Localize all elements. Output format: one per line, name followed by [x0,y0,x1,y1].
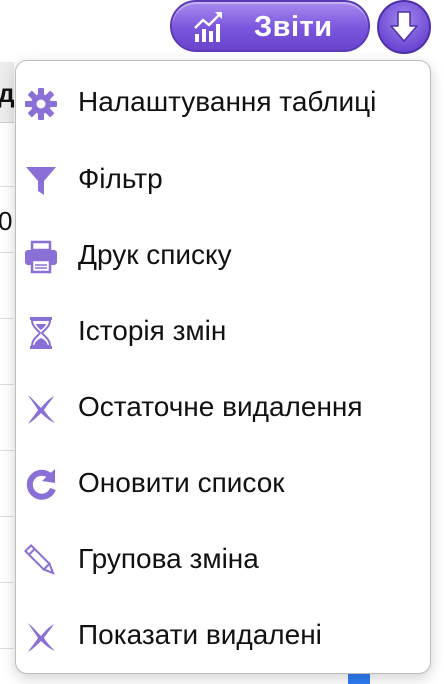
table-header-fragment: д [0,78,15,108]
table-row-divider [0,516,14,517]
printer-icon [25,240,57,274]
menu-item-label: Остаточне видалення [78,391,363,422]
menu-item-show-deleted[interactable]: Показати видалені [16,601,430,671]
menu-item-table-settings[interactable]: Налаштування таблиці [16,68,430,138]
cross-icon [28,623,55,652]
menu-item-filter[interactable]: Фільтр [16,145,430,215]
menu-item-label: Показати видалені [78,619,322,650]
gear-icon [25,88,57,120]
hourglass-icon [30,317,52,349]
table-cell-fragment: 0 [0,206,13,236]
menu-item-change-history[interactable]: Історія змін [16,297,430,367]
cross-icon [28,395,55,424]
table-row-divider [0,318,14,319]
table-row-divider [0,384,14,385]
pencil-icon [24,544,55,575]
refresh-icon [26,469,56,500]
table-row-divider [0,648,14,649]
arrow-down-icon [390,11,418,42]
menu-toggle-button[interactable] [377,0,431,54]
page: д 0 Звіти Налаштування таблиці Фільтр Др… [0,0,444,684]
menu-item-label: Фільтр [78,163,163,194]
reports-button[interactable]: Звіти [170,0,370,52]
table-row-divider [0,450,14,451]
menu-item-label: Налаштування таблиці [78,86,377,117]
menu-item-permanent-delete[interactable]: Остаточне видалення [16,373,430,443]
menu-item-label: Оновити список [78,467,285,498]
actions-dropdown-menu: Налаштування таблиці Фільтр Друк списку [15,60,431,674]
table-row-divider [0,582,14,583]
funnel-icon [26,167,56,195]
menu-item-label: Групова зміна [78,543,259,574]
menu-item-group-edit[interactable]: Групова зміна [16,525,430,595]
menu-item-label: Історія змін [78,315,227,346]
table-row-divider [0,186,14,187]
menu-item-print-list[interactable]: Друк списку [16,221,430,291]
reports-button-label: Звіти [254,11,333,43]
chart-growth-icon [194,12,222,42]
table-row-divider [0,252,14,253]
menu-item-label: Друк списку [78,239,232,270]
menu-item-refresh-list[interactable]: Оновити список [16,449,430,519]
